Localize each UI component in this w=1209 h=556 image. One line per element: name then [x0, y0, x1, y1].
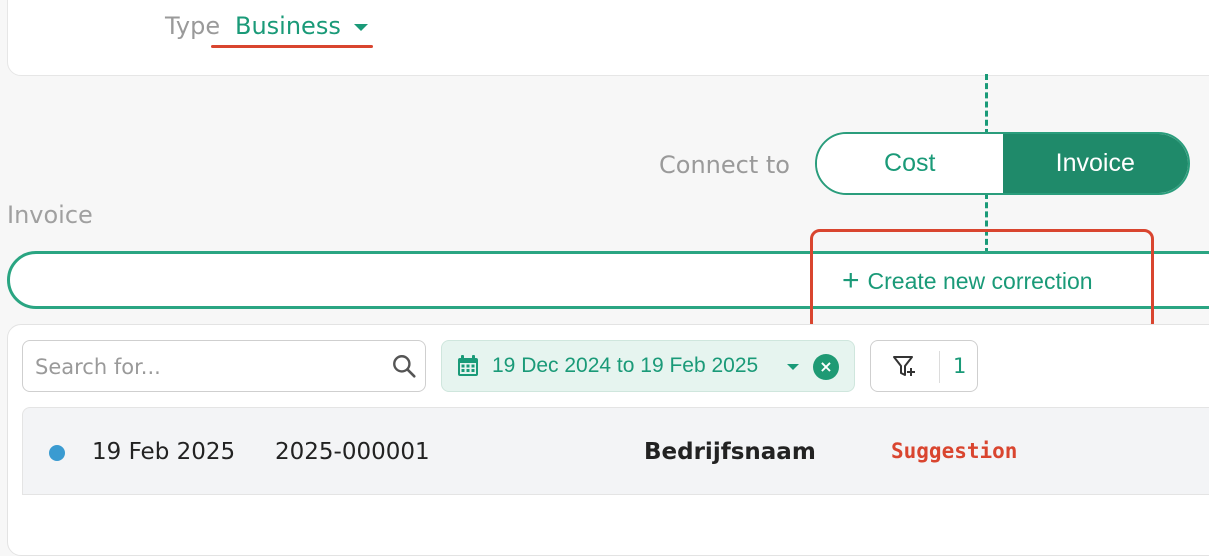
type-dropdown[interactable]: Business — [235, 12, 341, 40]
chevron-down-icon[interactable] — [787, 364, 799, 370]
filter-button[interactable]: 1 — [870, 340, 978, 392]
invoice-section-label: Invoice — [7, 201, 93, 229]
row-date: 19 Feb 2025 — [92, 439, 236, 465]
type-highlight-underline — [211, 45, 373, 48]
date-range-label: 19 Dec 2024 to 19 Feb 2025 — [492, 354, 759, 377]
toggle-option-invoice[interactable]: Invoice — [1002, 134, 1188, 193]
row-company: Bedrijfsnaam — [644, 439, 816, 465]
highlight-box — [810, 229, 1154, 333]
calendar-icon — [458, 355, 478, 376]
filter-add-icon — [893, 356, 915, 376]
search-icon[interactable] — [391, 353, 417, 379]
type-label: Type — [165, 12, 221, 40]
close-icon[interactable]: × — [813, 354, 839, 380]
caret-down-icon[interactable] — [354, 24, 368, 31]
connect-toggle: Cost Invoice — [815, 132, 1190, 195]
row-invoice-number: 2025-000001 — [275, 439, 430, 465]
filter-count: 1 — [953, 354, 967, 378]
toggle-option-cost[interactable]: Cost — [817, 134, 1003, 193]
table-row[interactable]: 19 Feb 2025 2025-000001 Bedrijfsnaam Sug… — [22, 407, 1209, 495]
date-range-filter[interactable]: 19 Dec 2024 to 19 Feb 2025 × — [441, 340, 855, 392]
search-input[interactable] — [33, 353, 377, 381]
filter-divider — [939, 351, 940, 383]
connect-to-label: Connect to — [659, 151, 790, 179]
search-field[interactable] — [22, 340, 426, 392]
status-dot — [49, 445, 65, 461]
status-badge: Suggestion — [891, 439, 1018, 463]
